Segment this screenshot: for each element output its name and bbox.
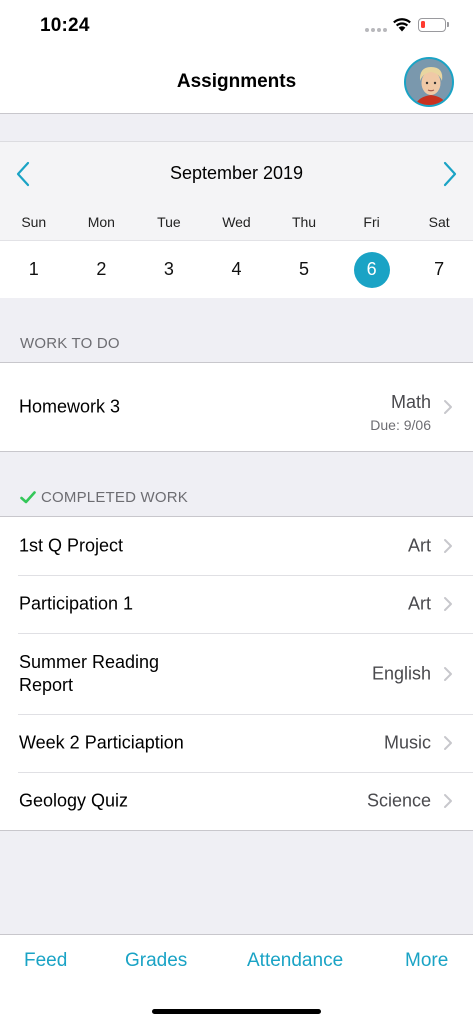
assignment-subject: Music (383, 732, 431, 753)
assignment-title: Participation 1 (19, 593, 134, 614)
chevron-right-icon (444, 736, 452, 750)
wifi-icon (393, 18, 411, 32)
weekday-label: Sat (428, 214, 450, 230)
status-bar: 10:24 (0, 0, 473, 52)
calendar-date[interactable]: 5 (270, 241, 338, 298)
assignment-title: 1st Q Project (19, 535, 124, 556)
weekday-label: Mon (87, 214, 115, 230)
tab-attendance[interactable]: Attendance (247, 950, 343, 972)
date-number: 7 (434, 259, 445, 279)
tab-feed[interactable]: Feed (24, 950, 67, 972)
selected-date-number: 6 (353, 251, 390, 288)
cellular-signal-icon (365, 28, 387, 32)
weekday-label: Wed (222, 214, 251, 230)
chevron-right-icon (444, 597, 452, 611)
date-row: 1 2 3 4 5 6 7 (0, 240, 473, 298)
assignment-row[interactable]: Homework 3 Math Due: 9/06 (0, 363, 473, 451)
completed-work-header: COMPLETED WORK (0, 480, 473, 514)
assignment-subject: Math (390, 392, 431, 412)
completed-assignment-row[interactable]: Summer Reading Report English (0, 633, 473, 714)
completed-assignment-row[interactable]: 1st Q Project Art (0, 517, 473, 575)
work-to-do-header: WORK TO DO (0, 326, 473, 360)
calendar-date[interactable]: 3 (135, 241, 203, 298)
calendar-date[interactable]: 1 (0, 241, 68, 298)
calendar-date[interactable]: 7 (405, 241, 473, 298)
calendar-date[interactable]: 2 (68, 241, 136, 298)
chevron-right-icon (444, 400, 452, 414)
status-time: 10:24 (40, 15, 90, 36)
tab-grades[interactable]: Grades (125, 950, 187, 972)
checkmark-icon (20, 490, 36, 503)
assignment-title: Summer Reading Report (19, 651, 160, 695)
weekday-label: Sun (21, 214, 47, 230)
completed-assignment-row[interactable]: Geology Quiz Science (0, 772, 473, 830)
weekday-label: Fri (363, 214, 380, 230)
assignment-due-date: Due: 9/06 (370, 417, 431, 433)
tab-more[interactable]: More (405, 950, 448, 972)
assignment-subject: Art (407, 593, 431, 614)
home-indicator[interactable] (152, 1009, 321, 1014)
calendar-month-title: September 2019 (169, 163, 304, 183)
assignment-subject: Science (366, 790, 431, 811)
calendar-date-selected[interactable]: 6 (338, 241, 406, 298)
completed-assignment-row[interactable]: Week 2 Particiaption Music (0, 714, 473, 772)
date-number: 4 (231, 259, 242, 279)
date-number: 5 (299, 259, 310, 279)
screen: 10:24 Assignments September 2019 Sun Mon… (0, 0, 473, 1024)
battery-icon (418, 18, 449, 32)
weekday-labels: Sun Mon Tue Wed Thu Fri Sat (0, 214, 473, 234)
assignment-title: Week 2 Particiaption (19, 732, 184, 753)
date-number: 3 (163, 259, 174, 279)
page-title: Assignments (176, 71, 297, 92)
assignment-subject: Art (407, 535, 431, 556)
nav-bar: Assignments (0, 52, 473, 114)
weekday-label: Tue (157, 214, 181, 230)
chevron-right-icon (444, 539, 452, 553)
chevron-right-icon (444, 666, 452, 681)
battery-level (421, 21, 425, 28)
work-to-do-list: Homework 3 Math Due: 9/06 (0, 362, 473, 452)
assignment-title: Geology Quiz (19, 790, 129, 811)
completed-work-list: 1st Q Project Art Participation 1 Art Su… (0, 516, 473, 831)
chevron-right-icon (444, 794, 452, 808)
completed-work-header-label: COMPLETED WORK (41, 488, 188, 506)
work-to-do-header-label: WORK TO DO (20, 334, 120, 352)
completed-assignment-row[interactable]: Participation 1 Art (0, 575, 473, 633)
avatar-portrait-icon (406, 59, 452, 105)
next-week-chevron-icon[interactable] (439, 160, 461, 188)
calendar-date[interactable]: 4 (203, 241, 271, 298)
assignment-title: Homework 3 (19, 396, 121, 417)
assignment-subject: English (371, 663, 431, 683)
date-number: 2 (96, 259, 107, 279)
weekday-label: Thu (291, 214, 317, 230)
week-calendar: September 2019 Sun Mon Tue Wed Thu Fri S… (0, 141, 473, 298)
date-number: 1 (28, 259, 39, 279)
profile-avatar[interactable] (404, 57, 454, 107)
